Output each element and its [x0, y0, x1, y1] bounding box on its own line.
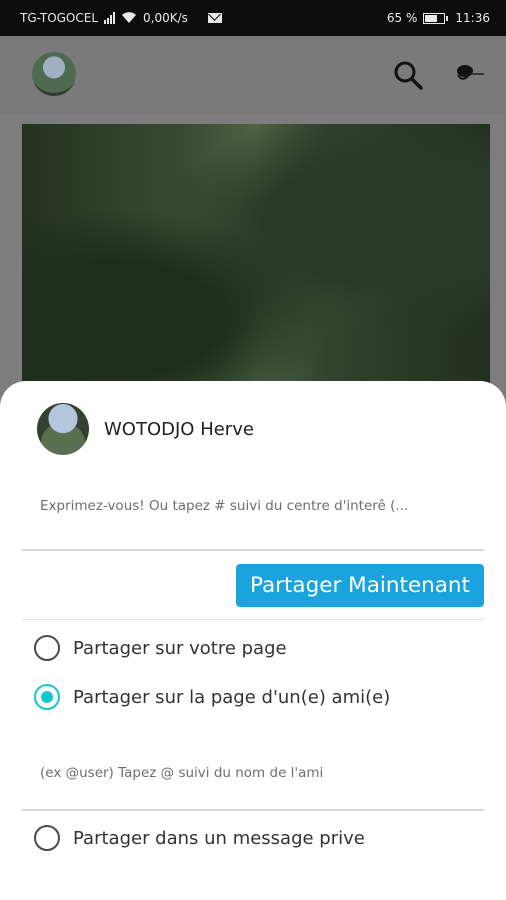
battery-percent: 65 %	[386, 11, 418, 25]
share-now-button[interactable]: Partager Maintenant	[236, 564, 484, 607]
radio-button[interactable]	[34, 635, 60, 661]
option-share-private-message[interactable]: Partager dans un message prive	[34, 825, 365, 851]
wifi-icon	[122, 12, 137, 23]
user-avatar	[37, 403, 89, 455]
clock: 11:36	[455, 11, 490, 25]
user-name: WOTODJO Herve	[104, 419, 254, 440]
divider	[22, 619, 484, 620]
option-label: Partager dans un message prive	[73, 827, 365, 849]
profile-mini-icon[interactable]	[452, 62, 486, 84]
option-share-own-page[interactable]: Partager sur votre page	[34, 635, 287, 661]
avatar[interactable]	[32, 52, 76, 96]
mail-icon	[207, 13, 222, 23]
option-share-friend-page[interactable]: Partager sur la page d'un(e) ami(e)	[34, 684, 390, 710]
divider	[22, 549, 484, 551]
radio-button[interactable]	[34, 825, 60, 851]
compose-input[interactable]	[40, 495, 470, 517]
divider	[22, 809, 484, 811]
status-bar: TG-TOGOCEL 0,00K/s 65 % 11:36	[0, 0, 506, 36]
data-speed: 0,00K/s	[143, 11, 188, 25]
option-label: Partager sur la page d'un(e) ami(e)	[73, 686, 391, 708]
battery-icon	[423, 12, 449, 24]
radio-button-checked[interactable]	[34, 684, 60, 710]
signal-icon	[104, 12, 116, 24]
search-icon[interactable]	[393, 60, 423, 90]
carrier-name: TG-TOGOCEL	[20, 11, 99, 25]
friend-input[interactable]	[40, 763, 470, 783]
share-sheet: WOTODJO Herve Partager Maintenant Partag…	[0, 381, 506, 900]
post-image	[22, 124, 490, 404]
option-label: Partager sur votre page	[73, 637, 287, 659]
